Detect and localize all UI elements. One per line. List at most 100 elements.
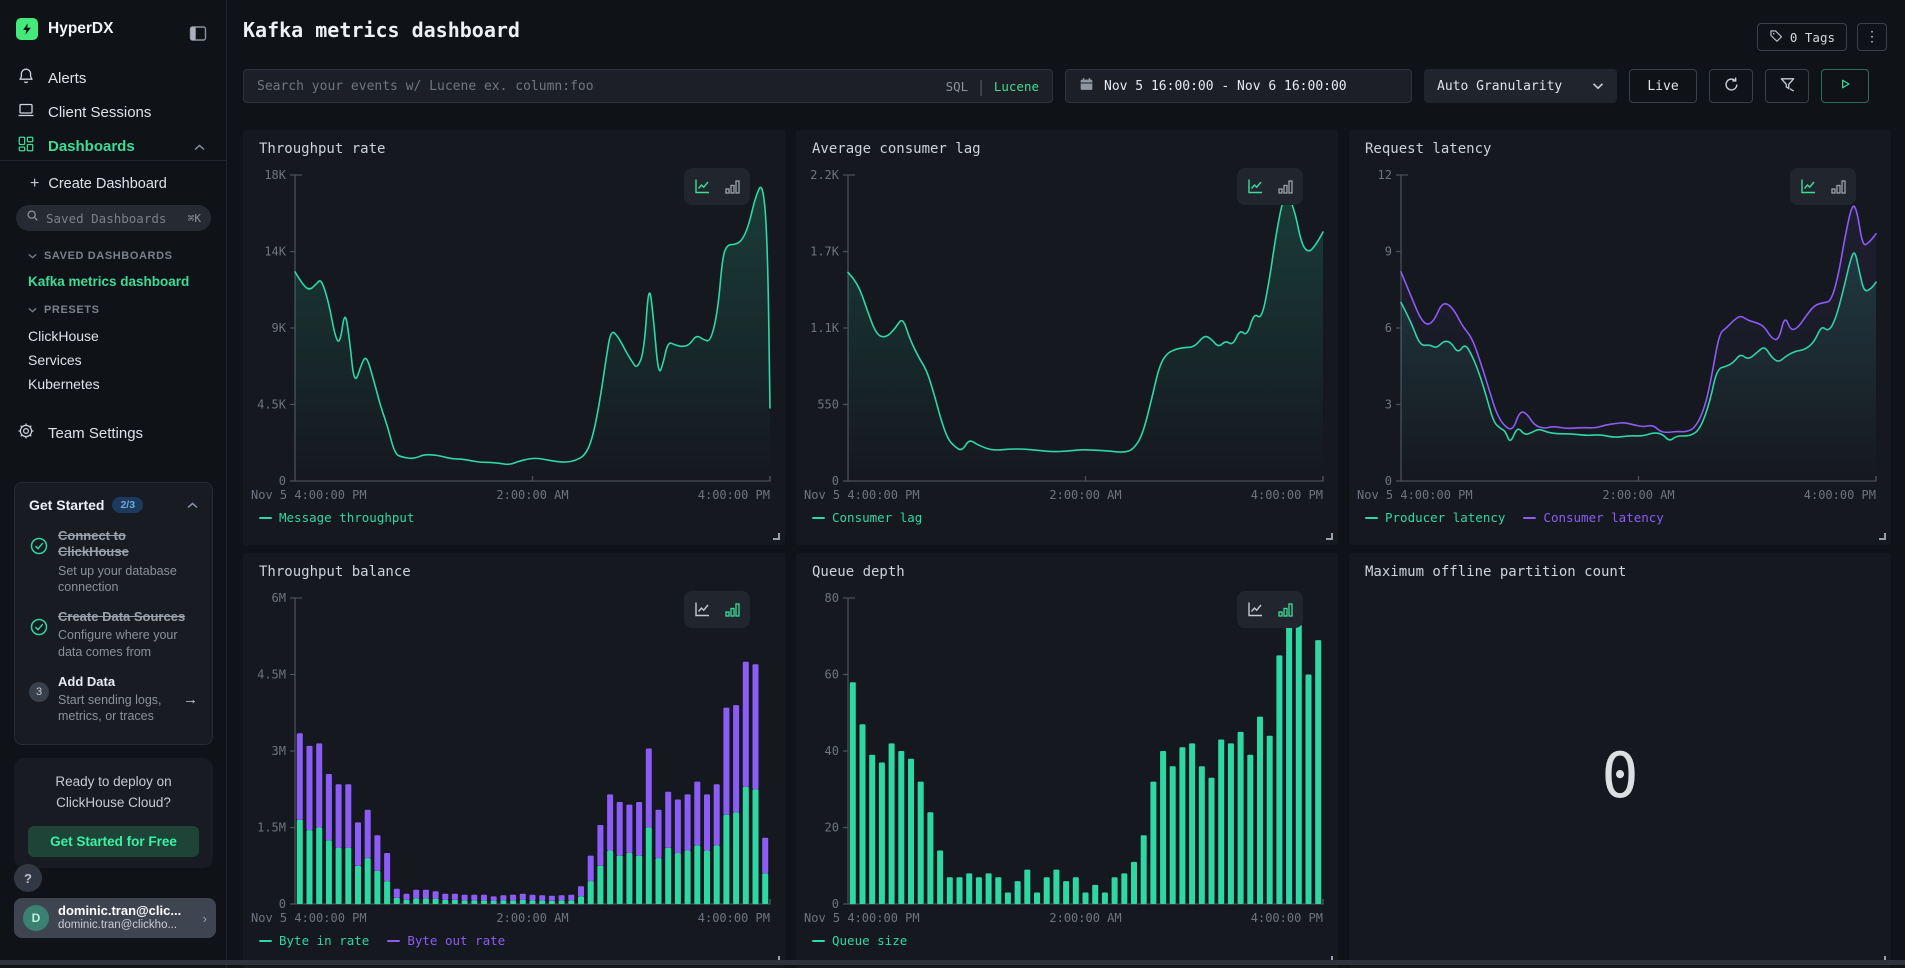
svg-text:3: 3 xyxy=(1385,398,1392,412)
chart-type-toggle xyxy=(1237,591,1303,628)
legend-label: Queue size xyxy=(832,933,907,948)
svg-text:4.5M: 4.5M xyxy=(257,668,286,682)
bar-chart-toggle-icon[interactable] xyxy=(722,177,742,197)
svg-text:2:00:00 AM: 2:00:00 AM xyxy=(1602,488,1674,502)
page-title: Kafka metrics dashboard xyxy=(243,18,520,42)
sidebar-item-alerts[interactable]: Alerts xyxy=(0,63,227,93)
brand[interactable]: HyperDX xyxy=(16,18,113,40)
saved-dashboards-search-input[interactable] xyxy=(46,211,166,226)
bar-chart-toggle-icon[interactable] xyxy=(1275,177,1295,197)
svg-text:Nov 5 4:00:00 PM: Nov 5 4:00:00 PM xyxy=(804,911,920,925)
sidebar-item-services[interactable]: Services xyxy=(28,352,82,368)
svg-text:2:00:00 AM: 2:00:00 AM xyxy=(1049,488,1121,502)
date-range-value: Nov 5 16:00:00 - Nov 6 16:00:00 xyxy=(1104,79,1347,94)
run-query-button[interactable] xyxy=(1821,69,1869,103)
sidebar-item-label: Alerts xyxy=(48,70,86,87)
get-started-step[interactable]: Connect to ClickHouse Set up your databa… xyxy=(29,528,198,595)
sidebar-collapse-icon[interactable] xyxy=(186,22,210,44)
tag-icon xyxy=(1769,29,1783,46)
sidebar-item-kafka-dashboard[interactable]: Kafka metrics dashboard xyxy=(28,274,189,289)
sidebar-item-dashboards[interactable]: Dashboards xyxy=(0,131,227,161)
dashboard-grid: Throughput rate04.5K9K14K18KNov 5 4:00:0… xyxy=(243,130,1891,968)
bar-chart-toggle-icon[interactable] xyxy=(1275,600,1295,620)
svg-text:4:00:00 PM: 4:00:00 PM xyxy=(1804,488,1876,502)
legend-swatch xyxy=(259,517,272,519)
bar-chart-toggle-icon[interactable] xyxy=(722,600,742,620)
legend-label: Producer latency xyxy=(1385,510,1505,525)
line-chart-toggle-icon[interactable] xyxy=(692,177,712,197)
chart-type-toggle xyxy=(684,168,750,205)
panel-resize-handle[interactable] xyxy=(1326,533,1333,540)
svg-text:0: 0 xyxy=(279,474,286,488)
step-title: Connect to ClickHouse xyxy=(58,528,186,561)
hyperdx-logo-icon xyxy=(16,18,38,40)
sql-mode-toggle[interactable]: SQL xyxy=(946,79,969,94)
line-chart-toggle-icon[interactable] xyxy=(1245,600,1265,620)
dashboard-icon xyxy=(17,135,35,157)
event-search-input[interactable] xyxy=(257,79,946,94)
calendar-icon xyxy=(1079,77,1094,96)
filter-icon xyxy=(1779,76,1796,97)
live-button[interactable]: Live xyxy=(1629,69,1697,103)
svg-text:4:00:00 PM: 4:00:00 PM xyxy=(698,488,770,502)
user-menu[interactable]: D dominic.tran@clic... dominic.tran@clic… xyxy=(14,898,216,938)
presets-section-header[interactable]: PRESETS xyxy=(28,304,100,316)
laptop-icon xyxy=(17,101,35,123)
sidebar-item-kubernetes[interactable]: Kubernetes xyxy=(28,376,100,392)
granularity-select[interactable]: Auto Granularity xyxy=(1424,69,1617,103)
legend-item[interactable]: Queue size xyxy=(812,933,907,948)
check-circle-icon xyxy=(29,528,49,595)
svg-text:6M: 6M xyxy=(272,591,286,605)
legend-swatch xyxy=(259,940,272,942)
legend-swatch xyxy=(812,517,825,519)
svg-text:0: 0 xyxy=(1385,474,1392,488)
chevron-right-icon: › xyxy=(203,911,207,926)
create-dashboard-button[interactable]: + Create Dashboard xyxy=(30,172,167,196)
panel-resize-handle[interactable] xyxy=(773,533,780,540)
plus-icon: + xyxy=(30,176,39,192)
sidebar-item-label: Dashboards xyxy=(48,138,135,155)
legend-swatch xyxy=(1365,517,1378,519)
saved-dashboards-section-header[interactable]: SAVED DASHBOARDS xyxy=(28,250,173,262)
get-started-step[interactable]: 3 Add Data Start sending logs, metrics, … xyxy=(29,674,198,725)
sidebar-item-label: Client Sessions xyxy=(48,104,151,121)
kebab-menu-button[interactable]: ⋮ xyxy=(1857,23,1887,51)
saved-dashboards-search[interactable]: ⌘K xyxy=(16,205,211,231)
get-started-free-button[interactable]: Get Started for Free xyxy=(28,826,199,857)
user-name: dominic.tran@clic... xyxy=(58,904,181,919)
legend-item[interactable]: Byte in rate xyxy=(259,933,369,948)
dashboard-panel: Request latency036912Nov 5 4:00:00 PM2:0… xyxy=(1349,130,1891,545)
line-chart-toggle-icon[interactable] xyxy=(1245,177,1265,197)
chevron-down-icon xyxy=(1592,79,1604,94)
sidebar-item-team-settings[interactable]: Team Settings xyxy=(0,419,227,447)
user-email: dominic.tran@clickho... xyxy=(58,919,181,932)
svg-text:9K: 9K xyxy=(272,321,287,335)
line-chart-toggle-icon[interactable] xyxy=(1798,177,1818,197)
event-search-box[interactable]: SQL | Lucene xyxy=(243,69,1053,103)
line-chart-toggle-icon[interactable] xyxy=(692,600,712,620)
help-button[interactable]: ? xyxy=(14,864,42,892)
legend-item[interactable]: Consumer latency xyxy=(1523,510,1663,525)
filter-button[interactable] xyxy=(1765,69,1809,103)
bar-chart-toggle-icon[interactable] xyxy=(1828,177,1848,197)
sidebar-item-clickhouse[interactable]: ClickHouse xyxy=(28,328,99,344)
date-range-picker[interactable]: Nov 5 16:00:00 - Nov 6 16:00:00 xyxy=(1065,69,1412,103)
chevron-up-icon[interactable] xyxy=(187,496,198,514)
horizontal-scrollbar[interactable] xyxy=(0,960,1905,965)
sidebar-item-client-sessions[interactable]: Client Sessions xyxy=(0,97,227,127)
toolbar: SQL | Lucene Nov 5 16:00:00 - Nov 6 16:0… xyxy=(243,69,1887,103)
svg-text:0: 0 xyxy=(279,897,286,911)
svg-text:9: 9 xyxy=(1385,245,1392,259)
refresh-button[interactable] xyxy=(1709,69,1753,103)
legend-item[interactable]: Message throughput xyxy=(259,510,414,525)
svg-text:2:00:00 AM: 2:00:00 AM xyxy=(496,911,568,925)
panel-resize-handle[interactable] xyxy=(1879,533,1886,540)
legend-item[interactable]: Byte out rate xyxy=(387,933,505,948)
legend-item[interactable]: Consumer lag xyxy=(812,510,922,525)
tags-button[interactable]: 0 Tags xyxy=(1757,23,1847,51)
dashboard-panel: Throughput balance01.5M3M4.5M6MNov 5 4:0… xyxy=(243,553,785,968)
legend-item[interactable]: Producer latency xyxy=(1365,510,1505,525)
brand-name: HyperDX xyxy=(48,20,113,38)
lucene-mode-toggle[interactable]: Lucene xyxy=(994,79,1039,94)
get-started-step[interactable]: Create Data Sources Configure where your… xyxy=(29,609,198,660)
